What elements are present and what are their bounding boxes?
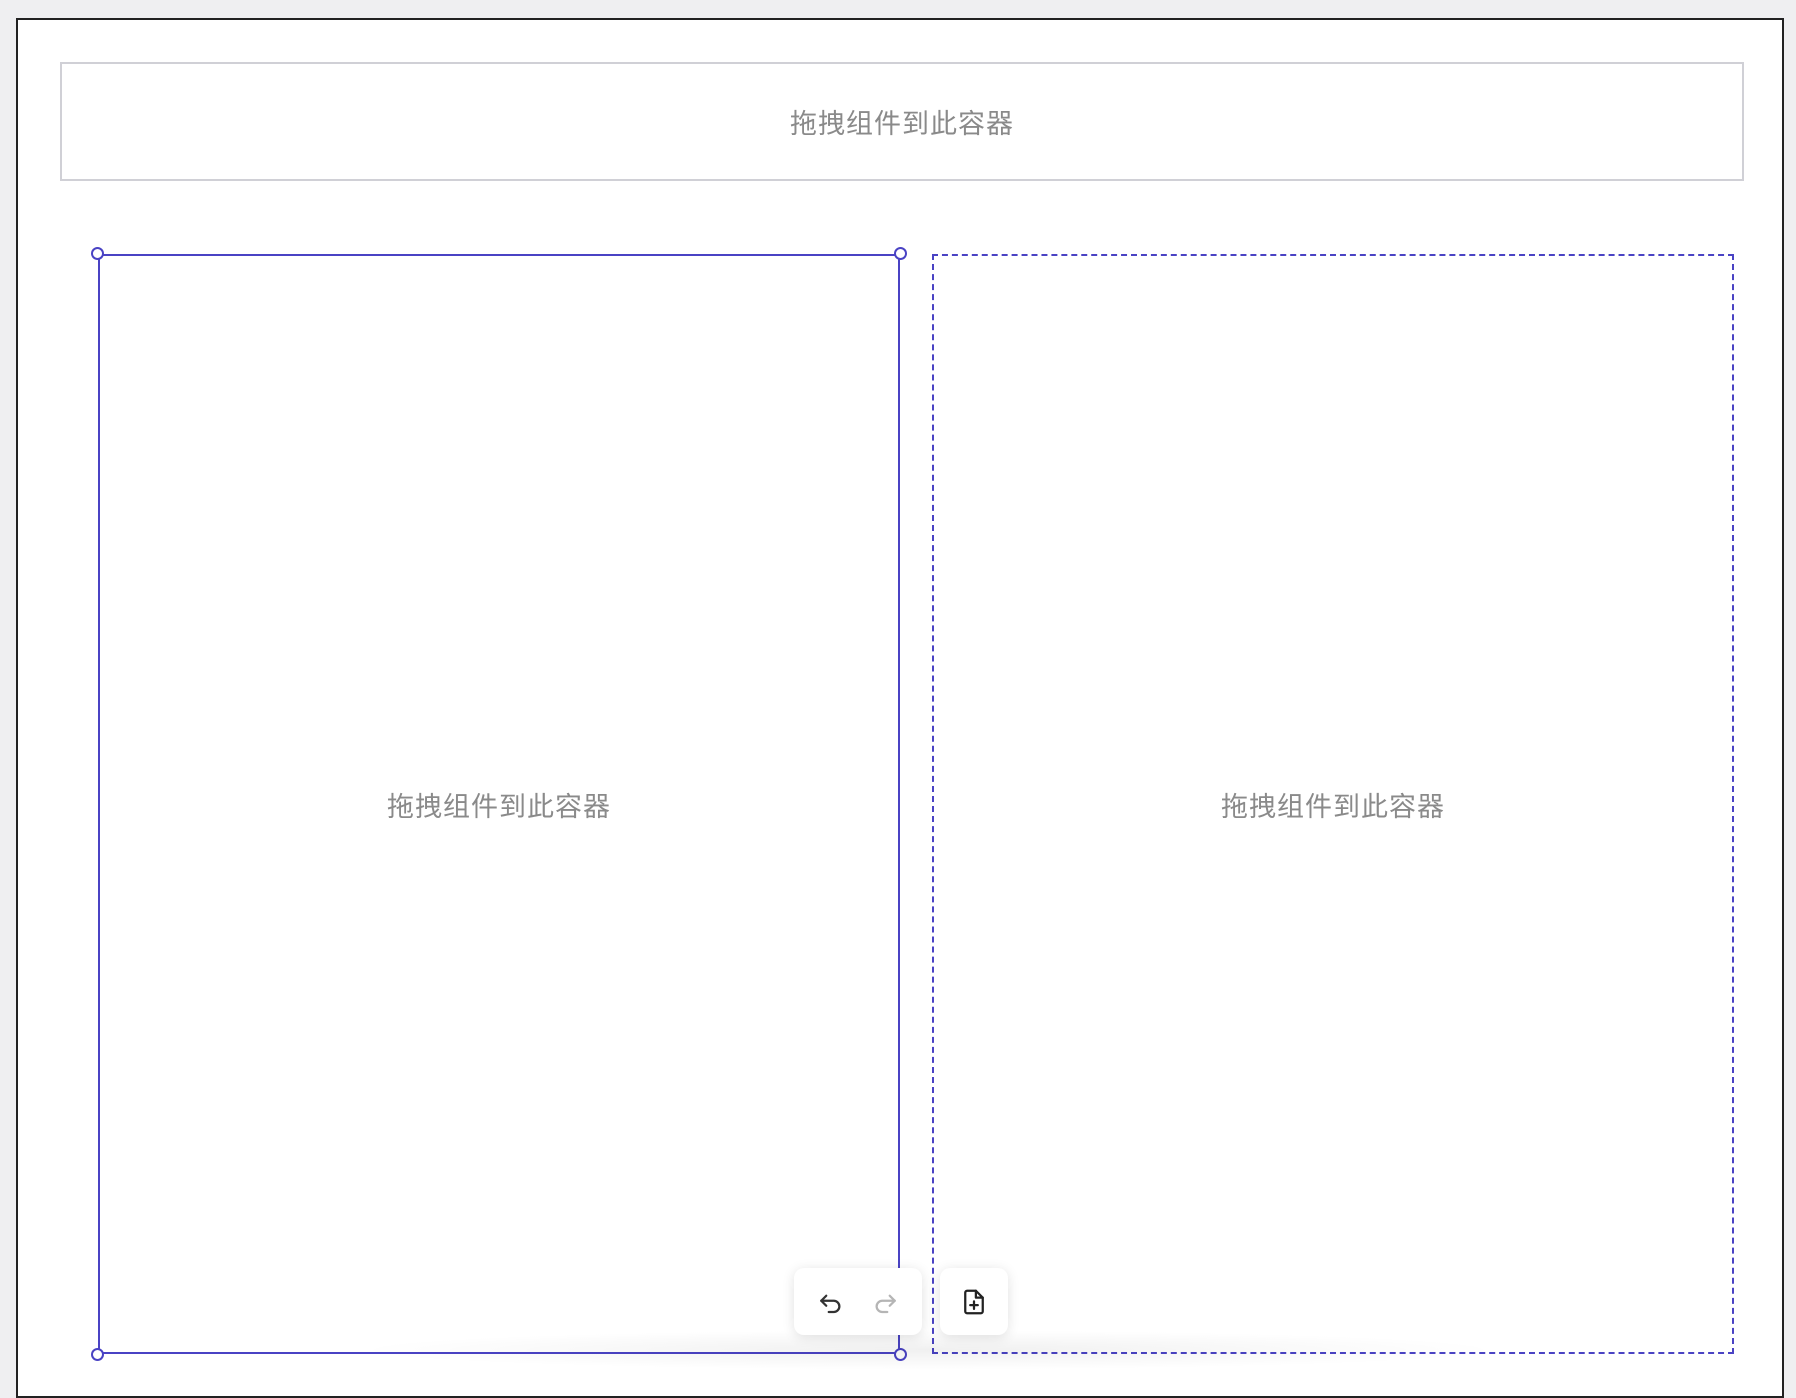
resize-handle-top-left[interactable] <box>91 247 104 260</box>
add-page-button[interactable] <box>950 1278 998 1326</box>
file-plus-icon <box>964 1289 984 1314</box>
drop-placeholder-text: 拖拽组件到此容器 <box>1221 791 1445 823</box>
history-toolbar <box>794 1268 922 1335</box>
redo-icon <box>875 1294 896 1313</box>
resize-handle-top-right[interactable] <box>894 247 907 260</box>
resize-handle-bottom-left[interactable] <box>91 1348 104 1361</box>
page-toolbar <box>940 1268 1008 1335</box>
right-column-container[interactable]: 拖拽组件到此容器 <box>932 254 1734 1354</box>
drop-placeholder-text: 拖拽组件到此容器 <box>387 791 611 823</box>
undo-icon <box>820 1294 841 1313</box>
toolbar-shadow <box>348 1330 1508 1370</box>
top-drop-container[interactable]: 拖拽组件到此容器 <box>60 62 1744 181</box>
undo-button[interactable] <box>806 1278 854 1326</box>
left-column-container[interactable]: 拖拽组件到此容器 <box>91 247 907 1361</box>
drop-placeholder-text: 拖拽组件到此容器 <box>790 109 1014 140</box>
editor-canvas[interactable]: 拖拽组件到此容器 拖拽组件到此容器 拖拽组件到此容器 <box>16 18 1784 1398</box>
redo-button[interactable] <box>862 1278 910 1326</box>
